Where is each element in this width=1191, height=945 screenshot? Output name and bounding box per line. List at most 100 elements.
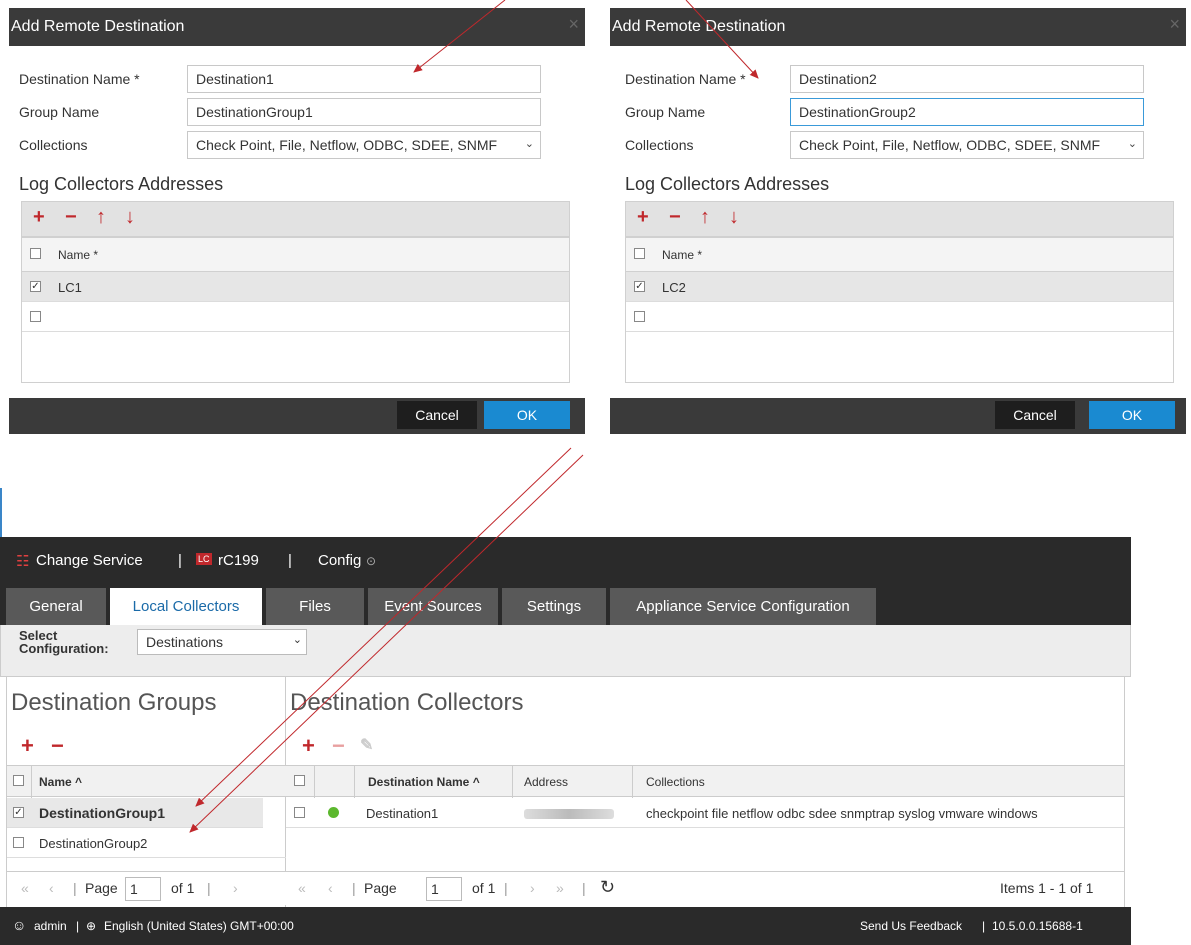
select-all-checkbox[interactable] <box>294 775 305 786</box>
close-icon[interactable]: × <box>1169 14 1180 35</box>
add-icon[interactable]: + <box>33 206 45 229</box>
dialog-title: Add Remote Destination <box>11 18 185 35</box>
last-page-icon[interactable]: » <box>556 880 564 896</box>
collections-value: Check Point, File, Netflow, ODBC, SDEE, … <box>799 137 1101 153</box>
page-input[interactable]: 1 <box>426 877 462 901</box>
chevron-down-icon: ⌄ <box>292 634 302 646</box>
select-all-checkbox[interactable] <box>634 248 645 259</box>
tab-local-collectors[interactable]: Local Collectors <box>110 588 262 625</box>
list-item[interactable]: ✓ LC2 <box>626 272 1173 302</box>
group-name: DestinationGroup2 <box>39 836 148 851</box>
row-checkbox[interactable]: ✓ <box>30 281 41 292</box>
row-checkbox[interactable] <box>30 311 41 322</box>
collections-select[interactable]: Check Point, File, Netflow, ODBC, SDEE, … <box>187 131 541 159</box>
log-collectors-toolbar: + − ↑ ↓ <box>625 201 1174 237</box>
row-checkbox[interactable]: ✓ <box>13 807 24 818</box>
chevron-down-icon: ⌄ <box>1127 138 1137 150</box>
log-collectors-grid: Name * ✓ LC1 <box>21 237 570 383</box>
group-name-input[interactable]: DestinationGroup2 <box>790 98 1144 126</box>
service-badge: LC <box>196 553 212 565</box>
remove-icon[interactable]: − <box>65 206 77 229</box>
username[interactable]: admin <box>34 919 67 933</box>
group-name-row: Group Name DestinationGroup2 <box>620 98 1175 126</box>
collections-value: checkpoint file netflow odbc sdee snmptr… <box>646 806 1038 821</box>
destination-name-label: Destination Name * <box>19 71 140 87</box>
next-page-icon[interactable]: › <box>233 880 238 896</box>
destination-name-input[interactable]: Destination1 <box>187 65 541 93</box>
move-up-icon[interactable]: ↑ <box>96 206 106 229</box>
grid-header: Name * <box>626 238 1173 272</box>
row-checkbox[interactable] <box>13 837 24 848</box>
add-icon[interactable]: + <box>21 733 34 759</box>
locale[interactable]: English (United States) GMT+00:00 <box>104 919 294 933</box>
name-column-header: Name * <box>58 248 99 262</box>
prev-page-icon[interactable]: ‹ <box>49 880 54 896</box>
tab-files[interactable]: Files <box>266 588 364 625</box>
collections-label: Collections <box>625 137 694 153</box>
list-item[interactable] <box>22 302 569 332</box>
groups-pager: « ‹ | Page 1 of 1 | › <box>7 871 286 905</box>
first-page-icon[interactable]: « <box>21 880 29 896</box>
group-name-label: Group Name <box>19 104 100 120</box>
table-row[interactable]: Destination1 checkpoint file netflow odb… <box>286 798 1124 828</box>
collections-select[interactable]: Check Point, File, Netflow, ODBC, SDEE, … <box>790 131 1144 159</box>
select-configuration-value: Destinations <box>146 634 224 650</box>
separator: | <box>352 880 356 896</box>
tab-event-sources[interactable]: Event Sources <box>368 588 498 625</box>
group-name-input[interactable]: DestinationGroup1 <box>187 98 541 126</box>
collections-row: Collections Check Point, File, Netflow, … <box>620 131 1175 159</box>
ok-button[interactable]: OK <box>1089 401 1175 429</box>
collections-value: Check Point, File, Netflow, ODBC, SDEE, … <box>196 137 498 153</box>
select-all-checkbox[interactable] <box>13 775 24 786</box>
ok-button[interactable]: OK <box>484 401 570 429</box>
cancel-button[interactable]: Cancel <box>995 401 1075 429</box>
top-bar: ☷ Change Service | LC rC199 | Config ⊙ <box>0 537 1131 583</box>
change-service-icon[interactable]: ☷ <box>16 552 29 570</box>
service-name[interactable]: rC199 <box>218 552 259 569</box>
name-column-header[interactable]: Name ^ <box>39 775 82 789</box>
list-item[interactable]: ✓ LC1 <box>22 272 569 302</box>
address-column-header[interactable]: Address <box>524 775 568 789</box>
table-row[interactable]: DestinationGroup2 <box>7 828 286 858</box>
close-icon[interactable]: × <box>568 14 579 35</box>
dialog-body: Destination Name * Destination1 Group Na… <box>9 46 585 398</box>
page-label: Page <box>364 880 397 896</box>
refresh-icon[interactable]: ↻ <box>600 877 615 898</box>
change-service-link[interactable]: Change Service <box>36 552 143 569</box>
prev-page-icon[interactable]: ‹ <box>328 880 333 896</box>
row-checkbox[interactable] <box>634 311 645 322</box>
page-input[interactable]: 1 <box>125 877 161 901</box>
move-up-icon[interactable]: ↑ <box>700 206 710 229</box>
remove-icon[interactable]: − <box>51 733 64 759</box>
config-menu[interactable]: Config <box>318 552 361 569</box>
list-item[interactable] <box>626 302 1173 332</box>
next-page-icon[interactable]: › <box>530 880 535 896</box>
move-down-icon[interactable]: ↓ <box>729 206 739 229</box>
tab-settings[interactable]: Settings <box>502 588 606 625</box>
select-configuration-dropdown[interactable]: Destinations ⌄ <box>137 629 307 655</box>
remove-icon[interactable]: − <box>669 206 681 229</box>
page-label: Page <box>85 880 118 896</box>
tab-appliance-service-configuration[interactable]: Appliance Service Configuration <box>610 588 876 625</box>
remove-icon: − <box>332 733 345 758</box>
select-all-checkbox[interactable] <box>30 248 41 259</box>
table-row[interactable]: ✓ DestinationGroup1 <box>7 798 263 828</box>
divider <box>31 766 32 798</box>
tab-general[interactable]: General <box>6 588 106 625</box>
log-collectors-toolbar: + − ↑ ↓ <box>21 201 570 237</box>
destination-name-input[interactable]: Destination2 <box>790 65 1144 93</box>
row-checkbox[interactable]: ✓ <box>634 281 645 292</box>
add-icon[interactable]: + <box>637 206 649 229</box>
first-page-icon[interactable]: « <box>298 880 306 896</box>
divider <box>512 766 513 798</box>
move-down-icon[interactable]: ↓ <box>125 206 135 229</box>
add-icon[interactable]: + <box>302 733 315 759</box>
send-feedback-link[interactable]: Send Us Feedback <box>860 919 962 933</box>
cancel-button[interactable]: Cancel <box>397 401 477 429</box>
groups-grid-header: Name ^ <box>7 765 286 798</box>
destination-name-column-header[interactable]: Destination Name ^ <box>368 775 480 789</box>
destination-collectors-title: Destination Collectors <box>290 689 524 716</box>
collections-column-header[interactable]: Collections <box>646 775 705 789</box>
chevron-down-icon[interactable]: ⊙ <box>366 554 376 568</box>
row-checkbox[interactable] <box>294 807 305 818</box>
